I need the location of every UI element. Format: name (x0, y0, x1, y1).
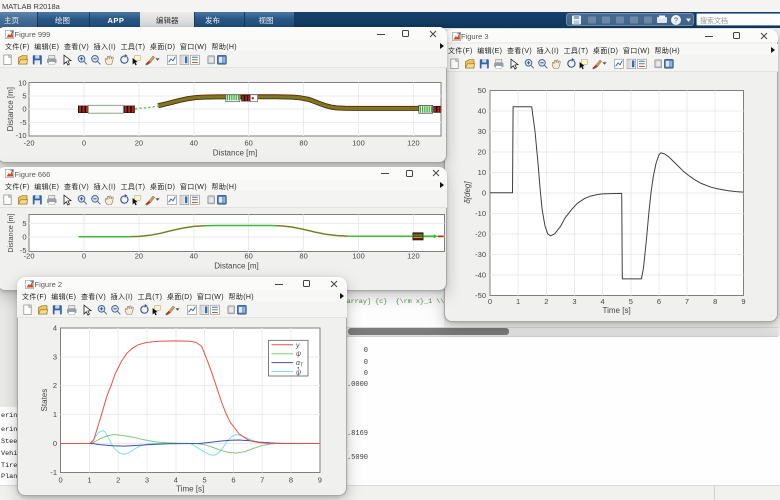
svg-text:2: 2 (116, 476, 120, 485)
svg-text:8: 8 (289, 476, 293, 485)
svg-text:Time [s]: Time [s] (176, 485, 204, 494)
svg-text:2: 2 (53, 381, 57, 390)
svg-text:States: States (40, 389, 49, 412)
svg-text:1: 1 (87, 476, 91, 485)
svg-text:6: 6 (231, 476, 235, 485)
svg-text:4: 4 (53, 323, 57, 332)
svg-text:3: 3 (145, 476, 149, 485)
svg-text:3: 3 (53, 352, 57, 361)
svg-text:0: 0 (59, 476, 63, 485)
svg-text:y: y (295, 342, 300, 349)
svg-text:1: 1 (53, 410, 57, 419)
svg-text:4: 4 (174, 476, 178, 485)
svg-text:ψ: ψ (296, 369, 301, 376)
svg-text:-1: -1 (50, 468, 57, 477)
svg-text:5: 5 (203, 476, 207, 485)
svg-text:7: 7 (260, 476, 264, 485)
svg-text:ψ: ψ (296, 351, 301, 358)
svg-text:0: 0 (53, 439, 57, 448)
svg-text:9: 9 (318, 476, 322, 485)
